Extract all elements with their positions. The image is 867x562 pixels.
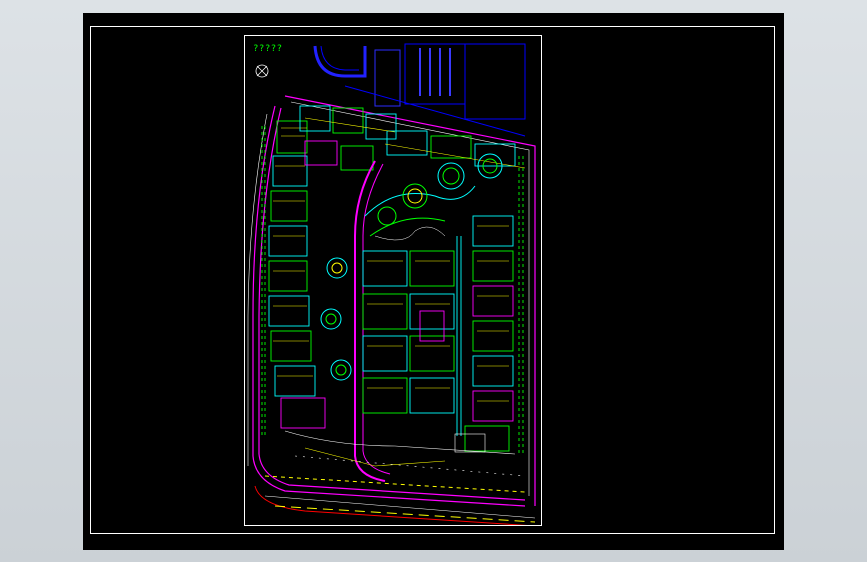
cad-canvas[interactable]: ????? — [83, 13, 784, 550]
west-building-row — [261, 120, 326, 436]
site-boundary — [247, 95, 536, 507]
center-building-blocks — [362, 236, 462, 436]
north-building-row — [299, 105, 526, 171]
south-road — [254, 475, 536, 525]
site-plan-sheet: ????? — [244, 35, 542, 526]
north-road-zone — [313, 43, 526, 137]
central-garden — [320, 153, 503, 482]
compass-icon — [255, 64, 269, 78]
east-building-row — [464, 156, 524, 456]
south-lawn — [284, 430, 526, 477]
site-plan-drawing — [247, 43, 536, 525]
